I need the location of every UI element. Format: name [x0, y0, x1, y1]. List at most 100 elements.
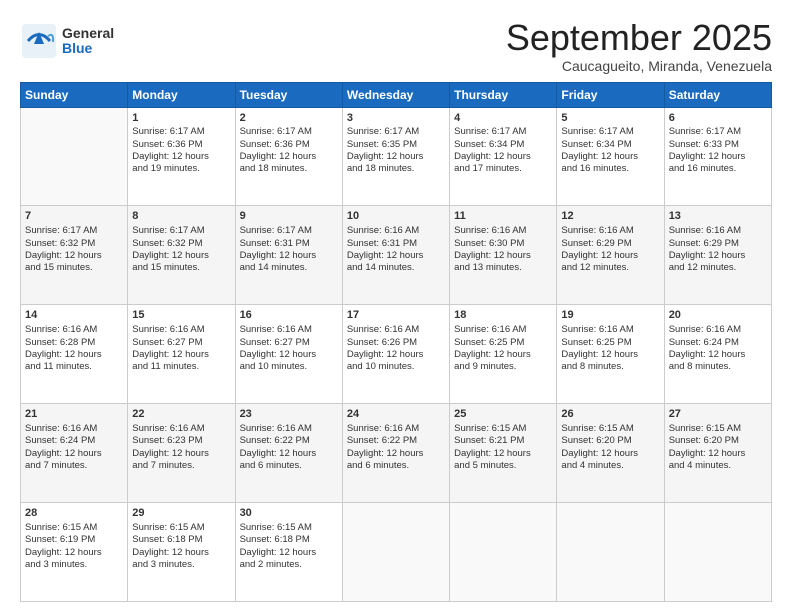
table-row: 16Sunrise: 6:16 AM Sunset: 6:27 PM Dayli…	[235, 305, 342, 404]
day-number: 28	[25, 506, 123, 521]
day-number: 8	[132, 209, 230, 224]
table-row: 28Sunrise: 6:15 AM Sunset: 6:19 PM Dayli…	[21, 503, 128, 602]
day-info: Sunrise: 6:16 AM Sunset: 6:24 PM Dayligh…	[669, 324, 767, 373]
day-info: Sunrise: 6:17 AM Sunset: 6:33 PM Dayligh…	[669, 126, 767, 175]
day-info: Sunrise: 6:17 AM Sunset: 6:32 PM Dayligh…	[132, 225, 230, 274]
table-row	[664, 503, 771, 602]
table-row: 5Sunrise: 6:17 AM Sunset: 6:34 PM Daylig…	[557, 107, 664, 206]
table-row: 7Sunrise: 6:17 AM Sunset: 6:32 PM Daylig…	[21, 206, 128, 305]
day-info: Sunrise: 6:17 AM Sunset: 6:35 PM Dayligh…	[347, 126, 445, 175]
table-row: 27Sunrise: 6:15 AM Sunset: 6:20 PM Dayli…	[664, 404, 771, 503]
day-number: 24	[347, 407, 445, 422]
day-info: Sunrise: 6:17 AM Sunset: 6:32 PM Dayligh…	[25, 225, 123, 274]
table-row	[342, 503, 449, 602]
day-number: 25	[454, 407, 552, 422]
table-row: 21Sunrise: 6:16 AM Sunset: 6:24 PM Dayli…	[21, 404, 128, 503]
day-number: 14	[25, 308, 123, 323]
day-info: Sunrise: 6:16 AM Sunset: 6:22 PM Dayligh…	[347, 423, 445, 472]
table-row: 29Sunrise: 6:15 AM Sunset: 6:18 PM Dayli…	[128, 503, 235, 602]
table-row	[557, 503, 664, 602]
day-info: Sunrise: 6:16 AM Sunset: 6:27 PM Dayligh…	[240, 324, 338, 373]
header-monday: Monday	[128, 82, 235, 107]
calendar-row: 28Sunrise: 6:15 AM Sunset: 6:19 PM Dayli…	[21, 503, 772, 602]
day-number: 17	[347, 308, 445, 323]
day-info: Sunrise: 6:15 AM Sunset: 6:21 PM Dayligh…	[454, 423, 552, 472]
day-number: 16	[240, 308, 338, 323]
day-number: 2	[240, 111, 338, 126]
table-row: 8Sunrise: 6:17 AM Sunset: 6:32 PM Daylig…	[128, 206, 235, 305]
header-thursday: Thursday	[450, 82, 557, 107]
header-saturday: Saturday	[664, 82, 771, 107]
day-number: 22	[132, 407, 230, 422]
table-row: 17Sunrise: 6:16 AM Sunset: 6:26 PM Dayli…	[342, 305, 449, 404]
table-row: 22Sunrise: 6:16 AM Sunset: 6:23 PM Dayli…	[128, 404, 235, 503]
day-number: 4	[454, 111, 552, 126]
day-number: 27	[669, 407, 767, 422]
table-row: 11Sunrise: 6:16 AM Sunset: 6:30 PM Dayli…	[450, 206, 557, 305]
day-info: Sunrise: 6:16 AM Sunset: 6:25 PM Dayligh…	[561, 324, 659, 373]
day-info: Sunrise: 6:16 AM Sunset: 6:24 PM Dayligh…	[25, 423, 123, 472]
day-info: Sunrise: 6:15 AM Sunset: 6:20 PM Dayligh…	[669, 423, 767, 472]
day-info: Sunrise: 6:17 AM Sunset: 6:31 PM Dayligh…	[240, 225, 338, 274]
table-row: 10Sunrise: 6:16 AM Sunset: 6:31 PM Dayli…	[342, 206, 449, 305]
day-number: 23	[240, 407, 338, 422]
day-info: Sunrise: 6:15 AM Sunset: 6:18 PM Dayligh…	[240, 522, 338, 571]
day-number: 20	[669, 308, 767, 323]
day-number: 11	[454, 209, 552, 224]
table-row: 30Sunrise: 6:15 AM Sunset: 6:18 PM Dayli…	[235, 503, 342, 602]
day-info: Sunrise: 6:17 AM Sunset: 6:34 PM Dayligh…	[561, 126, 659, 175]
day-number: 19	[561, 308, 659, 323]
table-row	[21, 107, 128, 206]
title-block: September 2025 Caucagueito, Miranda, Ven…	[506, 18, 772, 74]
table-row: 13Sunrise: 6:16 AM Sunset: 6:29 PM Dayli…	[664, 206, 771, 305]
day-number: 30	[240, 506, 338, 521]
table-row: 12Sunrise: 6:16 AM Sunset: 6:29 PM Dayli…	[557, 206, 664, 305]
day-info: Sunrise: 6:16 AM Sunset: 6:26 PM Dayligh…	[347, 324, 445, 373]
logo-icon	[20, 22, 58, 60]
day-number: 29	[132, 506, 230, 521]
table-row: 24Sunrise: 6:16 AM Sunset: 6:22 PM Dayli…	[342, 404, 449, 503]
day-info: Sunrise: 6:16 AM Sunset: 6:29 PM Dayligh…	[669, 225, 767, 274]
header-sunday: Sunday	[21, 82, 128, 107]
day-info: Sunrise: 6:16 AM Sunset: 6:29 PM Dayligh…	[561, 225, 659, 274]
day-number: 10	[347, 209, 445, 224]
calendar-row: 21Sunrise: 6:16 AM Sunset: 6:24 PM Dayli…	[21, 404, 772, 503]
day-info: Sunrise: 6:17 AM Sunset: 6:36 PM Dayligh…	[240, 126, 338, 175]
day-number: 15	[132, 308, 230, 323]
table-row	[450, 503, 557, 602]
header-wednesday: Wednesday	[342, 82, 449, 107]
table-row: 9Sunrise: 6:17 AM Sunset: 6:31 PM Daylig…	[235, 206, 342, 305]
day-info: Sunrise: 6:16 AM Sunset: 6:30 PM Dayligh…	[454, 225, 552, 274]
day-info: Sunrise: 6:15 AM Sunset: 6:20 PM Dayligh…	[561, 423, 659, 472]
calendar-table: Sunday Monday Tuesday Wednesday Thursday…	[20, 82, 772, 602]
day-number: 1	[132, 111, 230, 126]
location-label: Caucagueito, Miranda, Venezuela	[506, 58, 772, 74]
day-info: Sunrise: 6:15 AM Sunset: 6:19 PM Dayligh…	[25, 522, 123, 571]
day-number: 13	[669, 209, 767, 224]
logo: General Blue	[20, 22, 114, 60]
logo-blue-label: Blue	[62, 41, 114, 56]
table-row: 20Sunrise: 6:16 AM Sunset: 6:24 PM Dayli…	[664, 305, 771, 404]
day-number: 3	[347, 111, 445, 126]
day-info: Sunrise: 6:17 AM Sunset: 6:36 PM Dayligh…	[132, 126, 230, 175]
day-number: 9	[240, 209, 338, 224]
day-number: 18	[454, 308, 552, 323]
logo-text: General Blue	[62, 26, 114, 57]
month-title: September 2025	[506, 18, 772, 58]
day-number: 6	[669, 111, 767, 126]
day-info: Sunrise: 6:15 AM Sunset: 6:18 PM Dayligh…	[132, 522, 230, 571]
table-row: 18Sunrise: 6:16 AM Sunset: 6:25 PM Dayli…	[450, 305, 557, 404]
day-info: Sunrise: 6:17 AM Sunset: 6:34 PM Dayligh…	[454, 126, 552, 175]
weekday-header-row: Sunday Monday Tuesday Wednesday Thursday…	[21, 82, 772, 107]
table-row: 1Sunrise: 6:17 AM Sunset: 6:36 PM Daylig…	[128, 107, 235, 206]
day-number: 12	[561, 209, 659, 224]
table-row: 15Sunrise: 6:16 AM Sunset: 6:27 PM Dayli…	[128, 305, 235, 404]
day-number: 21	[25, 407, 123, 422]
day-info: Sunrise: 6:16 AM Sunset: 6:28 PM Dayligh…	[25, 324, 123, 373]
table-row: 14Sunrise: 6:16 AM Sunset: 6:28 PM Dayli…	[21, 305, 128, 404]
day-info: Sunrise: 6:16 AM Sunset: 6:31 PM Dayligh…	[347, 225, 445, 274]
page: General Blue September 2025 Caucagueito,…	[0, 0, 792, 612]
day-number: 5	[561, 111, 659, 126]
table-row: 26Sunrise: 6:15 AM Sunset: 6:20 PM Dayli…	[557, 404, 664, 503]
header-tuesday: Tuesday	[235, 82, 342, 107]
